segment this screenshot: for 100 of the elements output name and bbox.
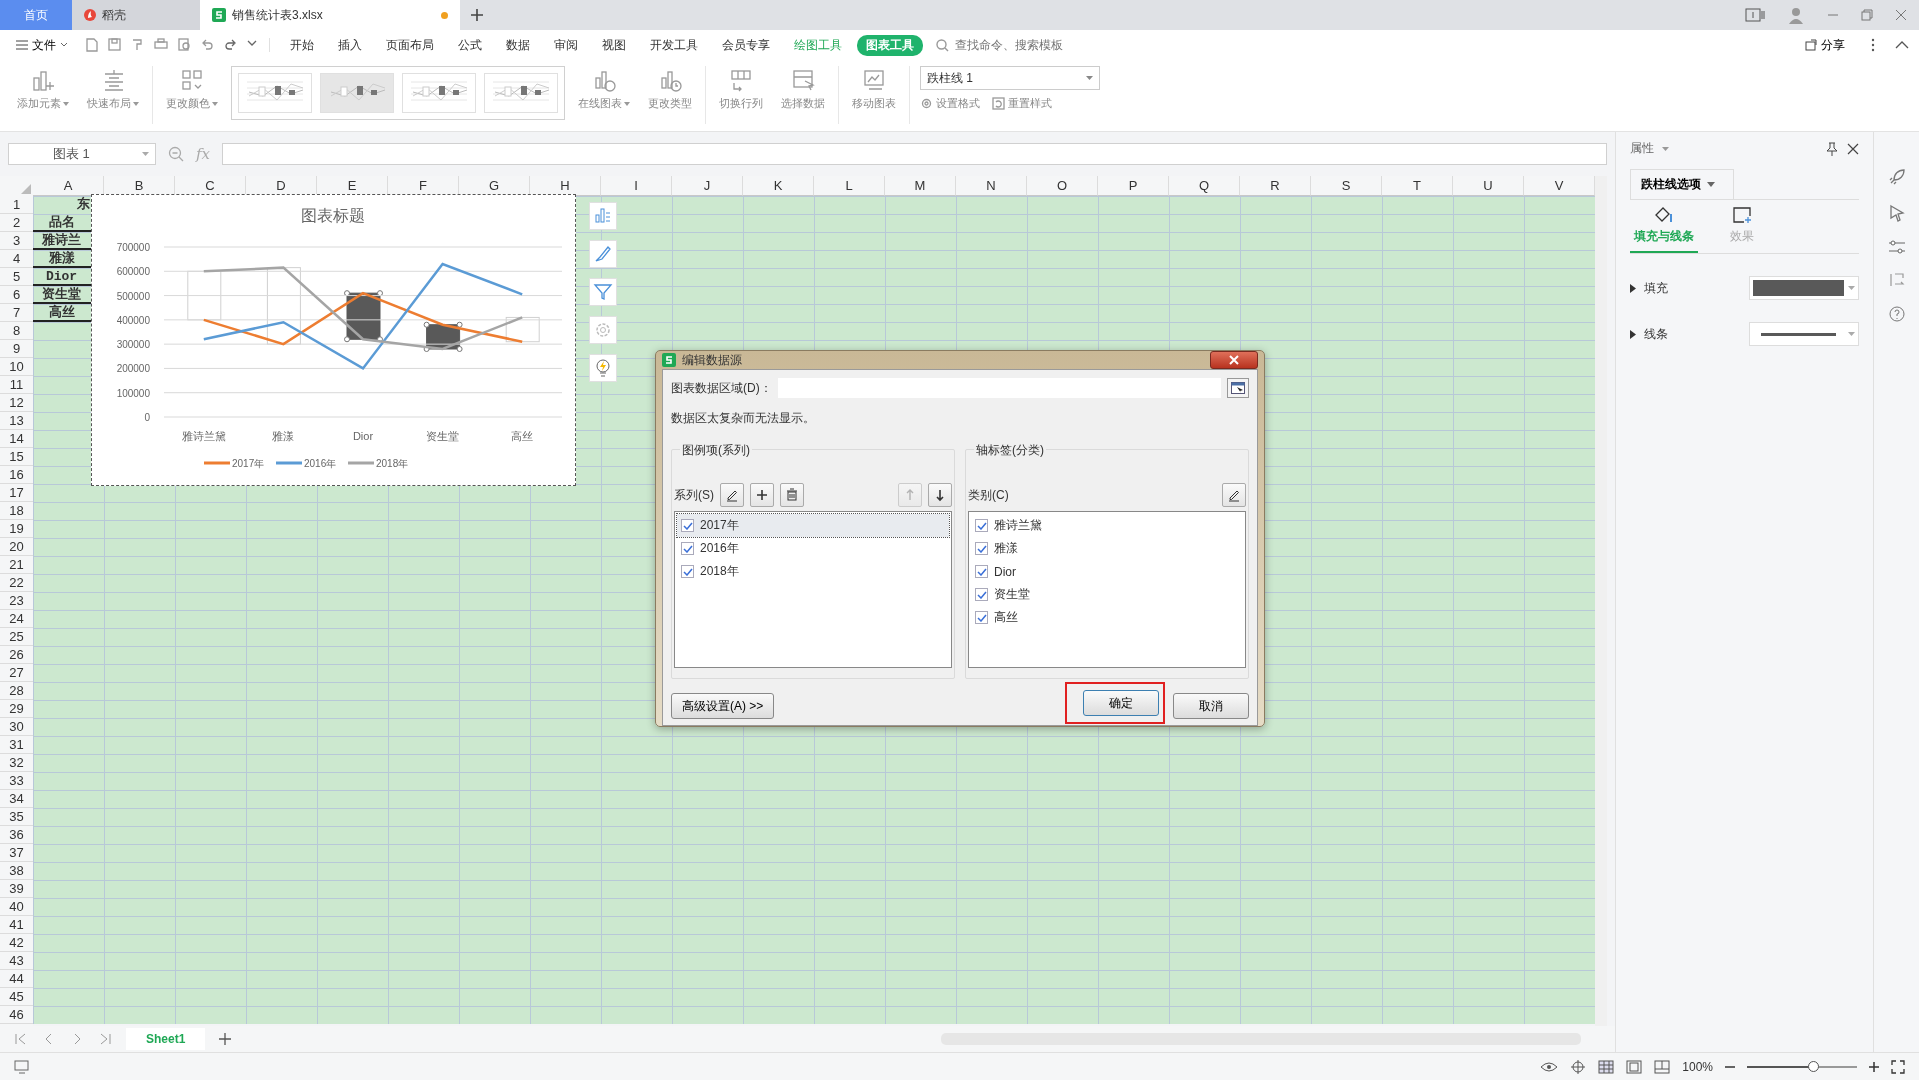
formula-input[interactable] xyxy=(222,143,1607,165)
undo-icon[interactable] xyxy=(201,38,214,50)
print-icon[interactable] xyxy=(154,38,168,51)
checkbox[interactable] xyxy=(975,565,988,578)
chart[interactable]: 图表标题 0 100000 200000 300000 400000 500000 600000 700000 雅诗兰黛 雅漾 Dior 资生堂 高丝 2017年 2016年 2018年 xyxy=(91,194,576,486)
ribbon-tool-button[interactable]: 切换行列 xyxy=(713,66,769,113)
axis-tick-label: 700000 xyxy=(116,242,150,253)
ribbon-tool-button[interactable]: 选择数据 xyxy=(775,66,831,113)
ribbon-tool-button[interactable]: 重置样式 xyxy=(992,96,1052,111)
chart-style-thumbnail[interactable] xyxy=(402,73,476,113)
new-file-icon[interactable] xyxy=(86,38,98,52)
menu-tab[interactable]: 页面布局 xyxy=(377,34,443,56)
chart-title[interactable]: 图表标题 xyxy=(300,207,365,224)
list-item[interactable]: 高丝 xyxy=(971,606,1243,629)
list-item[interactable]: 2017年 xyxy=(677,514,949,537)
checkbox[interactable] xyxy=(975,588,988,601)
more-icon[interactable] xyxy=(1871,38,1875,52)
document-tab[interactable]: 销售统计表3.xlsx xyxy=(200,0,460,30)
pointer-icon[interactable] xyxy=(1888,204,1905,222)
fullscreen-icon[interactable] xyxy=(1891,1059,1905,1074)
list-item[interactable]: 2016年 xyxy=(677,537,949,560)
advanced-settings-button[interactable]: 高级设置(A) >> xyxy=(671,693,775,719)
data-line[interactable] xyxy=(203,262,523,371)
menu-tab[interactable]: 插入 xyxy=(329,34,371,56)
ok-button[interactable]: 确定 xyxy=(1083,690,1159,716)
redo-icon[interactable] xyxy=(224,38,237,50)
zoom-in-icon[interactable] xyxy=(1869,1061,1879,1072)
expand-arrow-icon[interactable] xyxy=(1630,329,1636,339)
checkbox[interactable] xyxy=(681,565,694,578)
range-picker-button[interactable] xyxy=(1227,378,1249,398)
restore-icon[interactable] xyxy=(1861,9,1873,21)
legend-item[interactable]: 2018年 xyxy=(348,458,409,469)
pin-icon[interactable] xyxy=(1825,141,1839,156)
options-dropdown[interactable]: 跌柱线选项 xyxy=(1630,169,1734,199)
menu-tab[interactable]: 视图 xyxy=(593,34,635,56)
legend-item[interactable]: 2016年 xyxy=(276,458,337,469)
document-tab[interactable]: 稻壳 xyxy=(72,0,200,30)
help-icon[interactable] xyxy=(1888,306,1905,322)
ribbon-tool-button[interactable]: 快速布局 xyxy=(81,66,145,113)
legend-item[interactable]: 2017年 xyxy=(204,458,265,469)
list-item[interactable]: 资生堂 xyxy=(971,583,1243,606)
new-tab-icon[interactable] xyxy=(470,8,484,22)
page-break-icon[interactable] xyxy=(1654,1059,1671,1074)
add-sheet-icon[interactable] xyxy=(219,1033,232,1045)
trash-icon[interactable] xyxy=(784,487,800,503)
cancel-button[interactable]: 取消 xyxy=(1173,693,1249,719)
reset-icon xyxy=(992,97,1005,110)
search-field[interactable]: 查找命令、搜索模板 xyxy=(936,37,1093,53)
print-preview-icon[interactable] xyxy=(178,38,191,51)
vertical-scrollbar[interactable] xyxy=(1595,176,1607,1026)
brush-icon[interactable] xyxy=(593,244,613,264)
menu-tab[interactable]: 数据 xyxy=(497,34,539,56)
menu-tab[interactable]: 公式 xyxy=(449,34,491,56)
ribbon-tool-button[interactable]: 更改类型 xyxy=(642,66,698,113)
filter-icon[interactable] xyxy=(593,282,613,302)
zoom-level[interactable]: 100% xyxy=(1682,1059,1713,1074)
list-item[interactable]: 雅漾 xyxy=(971,537,1243,560)
plus-icon[interactable] xyxy=(754,487,770,503)
checkbox[interactable] xyxy=(975,519,988,532)
list-item[interactable]: 2018年 xyxy=(677,560,949,583)
checkbox[interactable] xyxy=(975,611,988,624)
close-icon[interactable] xyxy=(1847,142,1859,155)
normal-view-icon[interactable] xyxy=(1598,1059,1615,1074)
chart-style-thumbnail[interactable] xyxy=(320,73,394,113)
list-item[interactable]: Dior xyxy=(971,560,1243,583)
crosshair-icon[interactable] xyxy=(1570,1058,1587,1075)
sliders-icon[interactable] xyxy=(1887,240,1906,254)
ribbon-tool-button[interactable]: 更改颜色 xyxy=(160,66,224,113)
color-dropdown[interactable] xyxy=(1749,276,1859,300)
data-line[interactable] xyxy=(203,291,523,346)
slider-thumb[interactable] xyxy=(1808,1060,1819,1072)
selection-handles[interactable] xyxy=(344,290,463,352)
color-dropdown[interactable] xyxy=(1749,322,1859,346)
lightbulb-icon[interactable] xyxy=(593,358,613,378)
close-button[interactable] xyxy=(1210,351,1258,369)
element-dropdown[interactable]: 跌柱线 1 xyxy=(920,66,1100,90)
expand-arrow-icon[interactable] xyxy=(1630,283,1636,293)
menu-tab[interactable]: 审阅 xyxy=(545,34,587,56)
chart-style-thumbnail[interactable] xyxy=(484,73,558,113)
menu-tab[interactable]: 会员专享 xyxy=(713,34,779,56)
ribbon-tool-button[interactable]: 移动图表 xyxy=(846,66,902,113)
dropdown-icon[interactable] xyxy=(247,38,257,48)
ribbon-tool-button[interactable]: 设置格式 xyxy=(920,96,980,111)
file-menu[interactable]: 文件 xyxy=(10,36,74,54)
ribbon-tool-button[interactable]: 添加元素 xyxy=(11,66,75,113)
page-view-icon[interactable] xyxy=(1626,1059,1643,1074)
chart-style-thumbnail[interactable] xyxy=(238,73,312,113)
collapse-icon[interactable] xyxy=(1895,41,1909,49)
rocket-icon[interactable] xyxy=(1887,168,1906,186)
checkbox[interactable] xyxy=(681,542,694,555)
list-item[interactable]: 雅诗兰黛 xyxy=(971,514,1243,537)
eye-icon[interactable] xyxy=(1540,1060,1559,1073)
ribbon-tool-button[interactable]: 在线图表 xyxy=(572,66,636,113)
menu-tab[interactable]: 开发工具 xyxy=(641,34,707,56)
share-button[interactable]: 分享 xyxy=(1799,35,1851,55)
name-box[interactable]: 图表 1 xyxy=(8,143,156,165)
menu-tab[interactable]: 开始 xyxy=(281,34,323,56)
checkbox[interactable] xyxy=(681,519,694,532)
checkbox[interactable] xyxy=(975,542,988,555)
save-icon[interactable] xyxy=(108,38,121,51)
